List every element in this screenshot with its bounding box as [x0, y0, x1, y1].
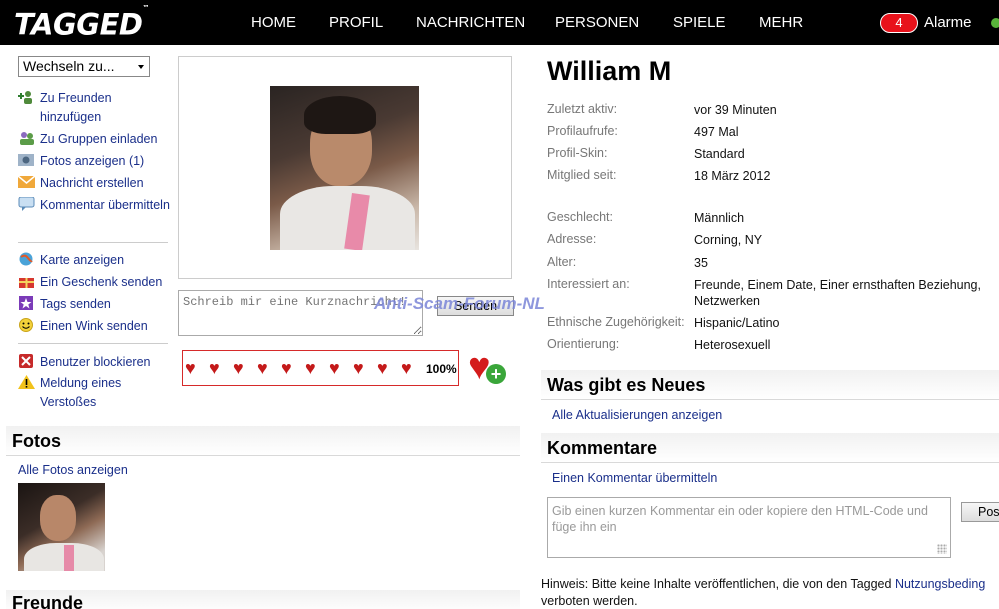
alarm-count-badge[interactable]: 4	[880, 13, 918, 33]
action-block-user[interactable]: Benutzer blockieren	[18, 353, 173, 372]
invite-group-icon	[20, 132, 34, 145]
online-status-icon	[991, 18, 999, 28]
nav-profil[interactable]: PROFIL	[329, 14, 383, 31]
alarm-label[interactable]: Alarme	[924, 14, 972, 31]
chevron-down-icon	[138, 65, 144, 69]
photos-section-title: Fotos	[6, 426, 520, 456]
action-send-tags[interactable]: Tags senden	[18, 295, 173, 314]
friends-section-title: Freunde	[6, 590, 520, 609]
watermark-text: Anti-Scam-Forum-NL	[374, 294, 545, 313]
smiley-icon	[19, 318, 33, 332]
profile-photo-frame	[178, 56, 512, 279]
view-all-photos-link[interactable]: Alle Fotos anzeigen	[18, 463, 128, 477]
map-icon	[19, 252, 33, 266]
action-send-wink[interactable]: Einen Wink senden	[18, 317, 173, 336]
heart-icon: ♥	[305, 358, 316, 378]
nav-spiele[interactable]: SPIELE	[673, 14, 726, 31]
comment-notice: Hinweis: Bitte keine Inhalte veröffentli…	[541, 577, 986, 608]
action-invite-groups[interactable]: Zu Gruppen einladen	[18, 130, 173, 149]
action-post-comment[interactable]: Kommentar übermitteln	[18, 196, 173, 215]
block-icon	[19, 354, 33, 368]
news-section-title: Was gibt es Neues	[541, 370, 999, 400]
nav-nachrichten[interactable]: NACHRICHTEN	[416, 14, 525, 31]
post-comment-link[interactable]: Einen Kommentar übermitteln	[552, 471, 717, 485]
plus-icon: +	[486, 364, 506, 384]
hearts-rating[interactable]: ♥ ♥ ♥ ♥ ♥ ♥ ♥ ♥ ♥ ♥ 100%	[182, 350, 459, 386]
heart-icon: ♥	[329, 358, 340, 378]
warning-icon	[18, 375, 35, 389]
heart-icon: ♥	[401, 358, 412, 378]
add-heart-button[interactable]: ♥ +	[468, 348, 508, 386]
resize-handle-icon[interactable]	[937, 544, 947, 554]
nav-home[interactable]: HOME	[251, 14, 296, 31]
heart-icon: ♥	[281, 358, 292, 378]
profile-name: William M	[547, 56, 672, 86]
heart-icon: ♥	[353, 358, 364, 378]
heart-icon: ♥	[257, 358, 268, 378]
terms-link[interactable]: Nutzungsbeding	[895, 577, 985, 591]
heart-icon: ♥	[185, 358, 196, 378]
action-view-photos[interactable]: Fotos anzeigen (1)	[18, 152, 173, 171]
action-view-map[interactable]: Karte anzeigen	[18, 251, 173, 270]
heart-icon: ♥	[233, 358, 244, 378]
nav-personen[interactable]: PERSONEN	[555, 14, 639, 31]
sidebar-divider	[18, 242, 168, 243]
star-icon	[19, 296, 33, 310]
post-comment-button[interactable]: Pos	[961, 502, 999, 522]
comment-input[interactable]: Gib einen kurzen Kommentar ein oder kopi…	[547, 497, 951, 558]
heart-icon: ♥	[377, 358, 388, 378]
comments-section-title: Kommentare	[541, 433, 999, 463]
heart-icon: ♥	[209, 358, 220, 378]
switch-to-dropdown[interactable]: Wechseln zu...	[18, 56, 150, 77]
comment-icon	[18, 197, 35, 211]
action-send-gift[interactable]: Ein Geschenk senden	[18, 273, 173, 292]
photos-icon	[18, 154, 34, 166]
action-write-message[interactable]: Nachricht erstellen	[18, 174, 173, 193]
add-friend-icon	[18, 91, 32, 104]
photo-thumbnail[interactable]	[18, 483, 105, 571]
view-all-updates-link[interactable]: Alle Aktualisierungen anzeigen	[552, 408, 722, 422]
sidebar-divider	[18, 343, 168, 344]
top-nav-bar: TAGGED™ HOME PROFIL NACHRICHTEN PERSONEN…	[0, 0, 999, 45]
nav-mehr[interactable]: MEHR	[759, 14, 803, 31]
gift-icon	[19, 278, 34, 288]
hearts-percent: 100%	[426, 362, 457, 376]
envelope-icon	[18, 175, 35, 188]
action-report-abuse[interactable]: Meldung eines Verstoßes	[18, 374, 173, 412]
action-add-friend[interactable]: Zu Freunden hinzufügen	[18, 89, 173, 127]
tagged-logo[interactable]: TAGGED™	[14, 4, 149, 42]
profile-photo[interactable]	[270, 86, 419, 250]
